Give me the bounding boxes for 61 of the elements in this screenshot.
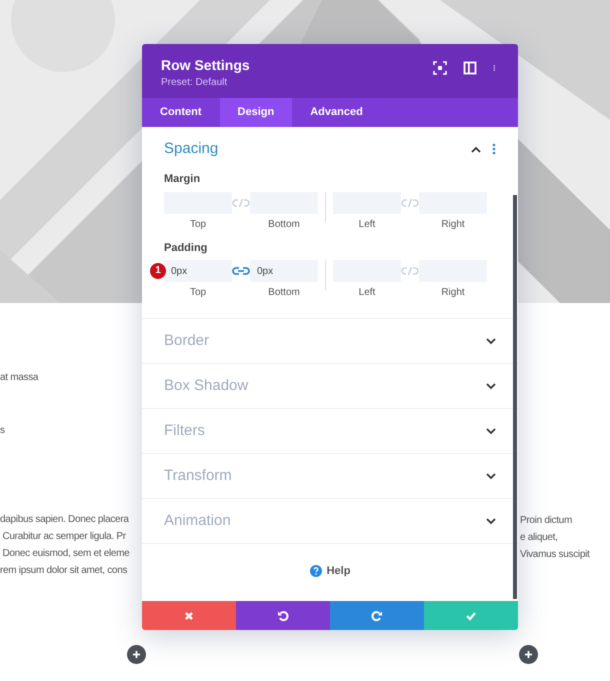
body-text-line: at massa: [0, 371, 40, 385]
cancel-icon: [183, 610, 195, 622]
unlink-icon[interactable]: [401, 196, 419, 208]
add-button[interactable]: [127, 645, 146, 664]
redo-button[interactable]: [330, 601, 424, 630]
input-field[interactable]: [164, 192, 232, 214]
preset-dropdown[interactable]: Preset: Default: [161, 76, 433, 90]
field-caption: Right: [440, 218, 466, 232]
save-button[interactable]: [424, 601, 518, 630]
expand-chevron-icon[interactable]: [486, 338, 496, 344]
add-button[interactable]: [519, 645, 538, 664]
body-text-line: Donec euismod, sem et eleme: [1, 547, 130, 561]
input-field[interactable]: [333, 260, 401, 282]
body-text-line: dapibus sapien. Donec placera: [0, 513, 130, 527]
field-caption: Left: [358, 286, 376, 300]
undo-icon: [277, 610, 289, 622]
more-icon[interactable]: [492, 143, 496, 155]
expand-chevron-icon[interactable]: [486, 472, 496, 480]
collapse-chevron-icon[interactable]: [471, 146, 481, 152]
field-caption: Top: [188, 218, 208, 232]
check-icon: [465, 610, 477, 622]
input-field[interactable]: 0px: [250, 260, 318, 282]
plus-icon: [524, 650, 533, 659]
help-icon: [310, 565, 322, 578]
modal-title: Row Settings: [161, 57, 251, 73]
expand-chevron-icon[interactable]: [486, 382, 496, 390]
input-field[interactable]: [333, 192, 401, 214]
body-text-line: e aliquet,: [520, 531, 559, 545]
tab[interactable]: Design: [220, 98, 292, 127]
input-field[interactable]: 0px: [164, 260, 232, 282]
field-caption: Bottom: [267, 286, 301, 300]
section-title[interactable]: Spacing: [164, 138, 471, 160]
expand-icon[interactable]: [433, 61, 447, 75]
plus-icon: [132, 650, 141, 659]
scrollbar[interactable]: [513, 195, 517, 599]
columns-icon[interactable]: [463, 61, 477, 75]
body-text-line: s: [0, 424, 6, 438]
body-text-line: Proin dictum: [520, 514, 573, 528]
field-caption: Left: [358, 218, 376, 232]
cancel-button[interactable]: [142, 601, 236, 630]
field-label: Padding: [164, 240, 208, 256]
undo-button[interactable]: [236, 601, 330, 630]
tab[interactable]: Content: [142, 98, 220, 127]
link-icon[interactable]: [232, 265, 250, 277]
input-field[interactable]: [250, 192, 318, 214]
tab[interactable]: Advanced: [292, 98, 381, 127]
field-caption: Bottom: [267, 218, 301, 232]
body-text-line: Vivamus suscipit: [520, 548, 591, 562]
expand-chevron-icon[interactable]: [486, 428, 496, 434]
field-label: Margin: [164, 172, 202, 187]
unlink-icon[interactable]: [232, 196, 250, 208]
body-text-line: rem ipsum dolor sit amet, cons: [0, 564, 128, 578]
body-text-line: Curabitur ac semper ligula. Pr: [1, 530, 127, 544]
help-link[interactable]: Help: [304, 562, 356, 580]
input-field[interactable]: [419, 192, 487, 214]
redo-icon: [371, 610, 383, 622]
unlink-icon[interactable]: [401, 265, 419, 277]
field-caption: Right: [440, 286, 466, 300]
expand-chevron-icon[interactable]: [486, 518, 496, 524]
input-field[interactable]: [419, 260, 487, 282]
field-caption: Top: [188, 286, 208, 300]
